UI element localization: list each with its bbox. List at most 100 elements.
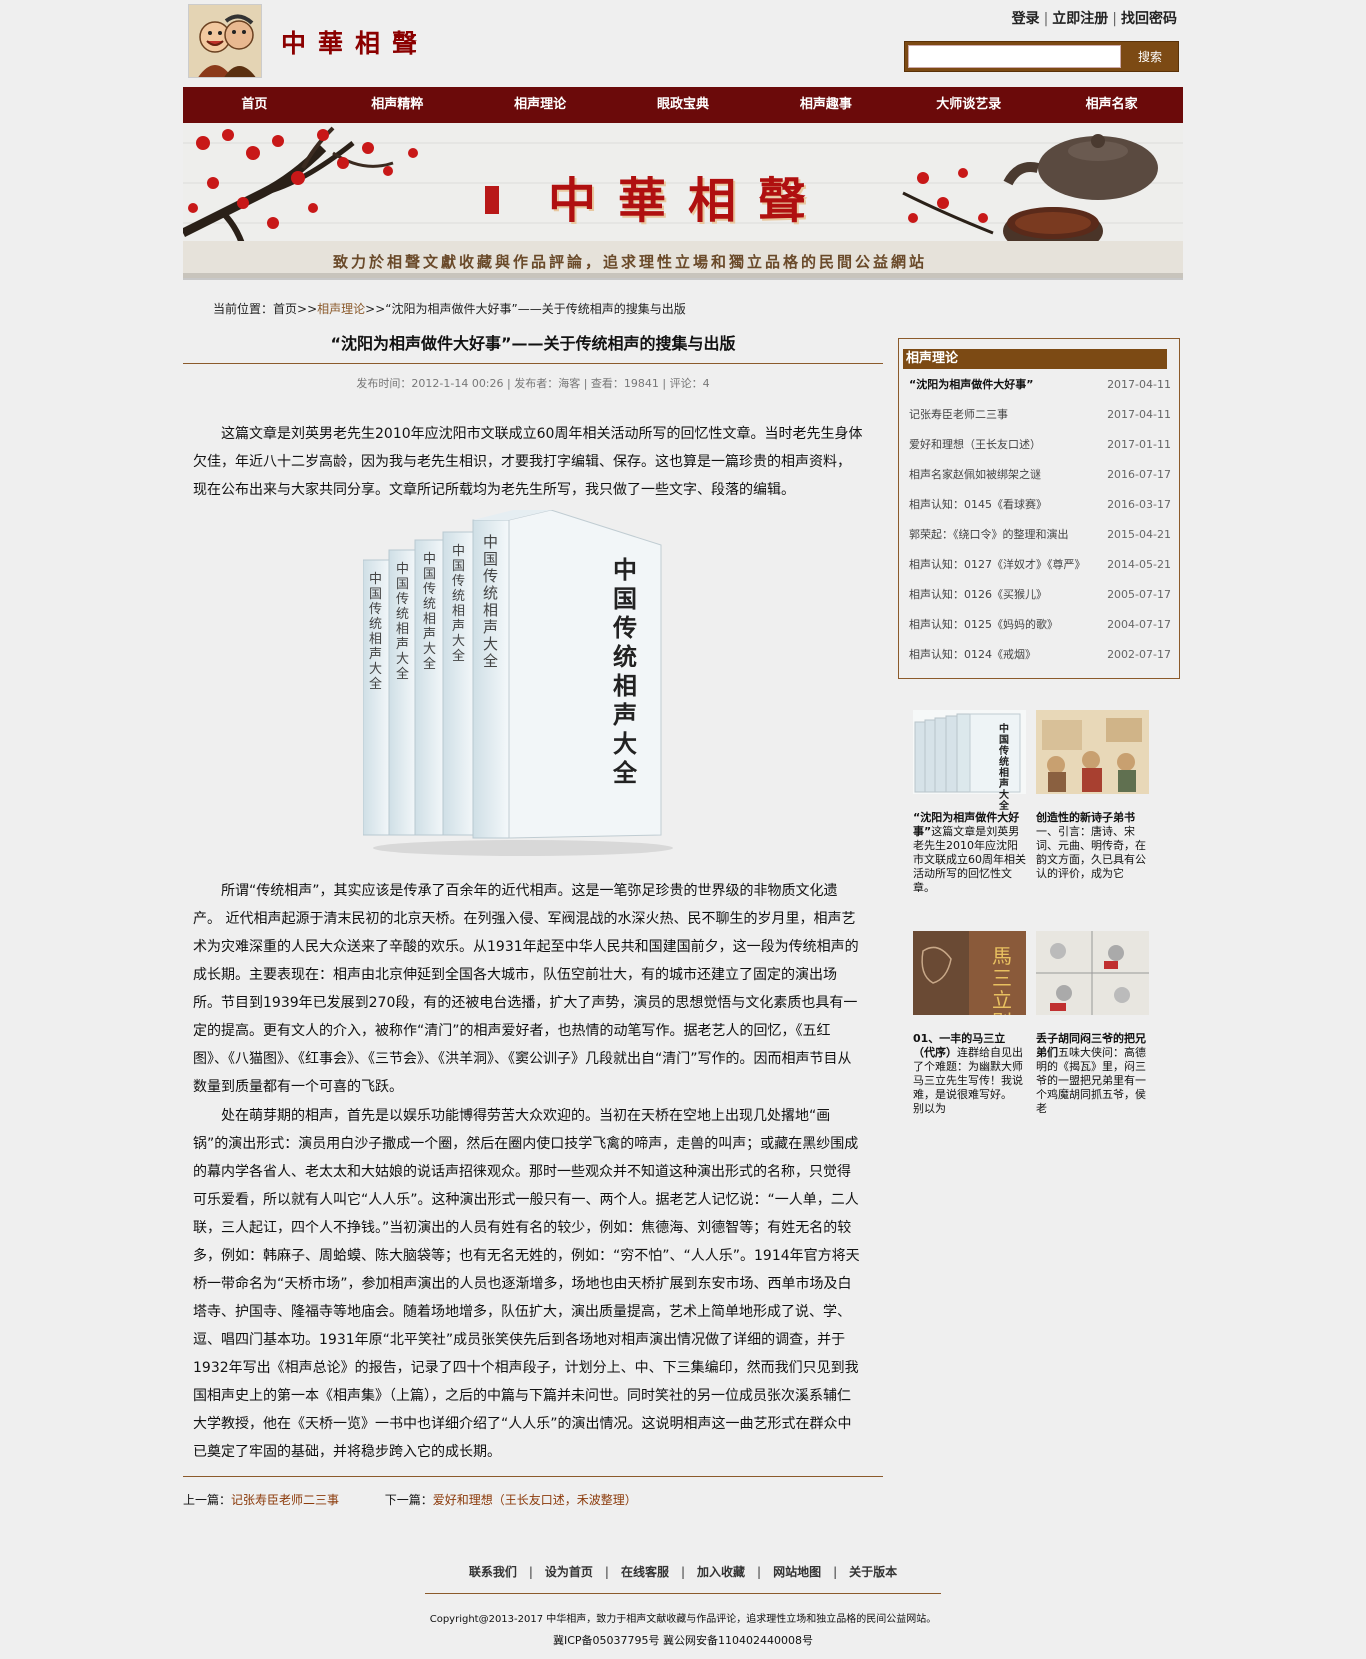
article-paragraph: 这篇文章是刘英男老先生2010年应沈阳市文联成立60周年相关活动所写的回忆性文章… — [193, 426, 863, 498]
sidebar-title: 相声理论 — [903, 349, 1167, 369]
list-item-title[interactable]: 相声认知：0127《洋奴才》《尊严》 — [909, 557, 1086, 587]
search-button[interactable]: 搜索 — [1125, 45, 1175, 68]
register-link[interactable]: 立即注册 — [1052, 11, 1108, 27]
nav-item-collection[interactable]: 眼政宝典 — [612, 87, 755, 123]
list-item-title[interactable]: 记张寿臣老师二三事 — [909, 407, 1008, 437]
breadcrumb-prefix: 当前位置： — [213, 302, 274, 316]
footer-link-support[interactable]: 在线客服 — [621, 1565, 669, 1579]
link-separator: | — [833, 1565, 838, 1579]
breadcrumb-current: “沈阳为相声做件大好事”——关于传统相声的搜集与出版 — [385, 302, 686, 316]
book-front-title: 中国传统相声大全 — [613, 555, 637, 787]
nav-item-famous-artists[interactable]: 相声名家 — [1040, 87, 1183, 123]
nav-item-anecdotes[interactable]: 相声趣事 — [754, 87, 897, 123]
featured-excerpt: 一、引言：唐诗、宋词、元曲、明传奇，在韵文方面，久已具有公认的评价，成为它 — [1036, 825, 1146, 880]
list-item-title[interactable]: 相声认知：0124《戒烟》 — [909, 647, 1036, 677]
prev-article-link[interactable]: 记张寿臣老师二三事 — [231, 1493, 339, 1507]
list-item[interactable]: 相声名家赵佩如被绑架之谜 2016-07-17 — [909, 467, 1171, 497]
footer-link-bookmark[interactable]: 加入收藏 — [697, 1565, 745, 1579]
book-spine-title: 中国传统相声大全 — [483, 533, 499, 670]
featured-thumbnail[interactable]: 馬三立别传 — [913, 931, 1026, 1015]
book-set-image: 中国传统相声大全 中国传统相声大全 中国传统相声大全 中国传统相声大全 中国传统… — [362, 509, 683, 860]
book-spine-title: 中国传统相声大全 — [369, 572, 383, 692]
site-logo[interactable] — [188, 4, 262, 78]
list-item[interactable]: 相声认知：0127《洋奴才》《尊严》 2014-05-21 — [909, 557, 1171, 587]
site-brand: 中華相聲 — [281, 29, 430, 58]
list-item[interactable]: 郭荣起：《绕口令》的整理和演出 2015-04-21 — [909, 527, 1171, 557]
breadcrumb-category[interactable]: 相声理论 — [317, 302, 365, 316]
list-item-title[interactable]: 相声认知：0125《妈妈的歌》 — [909, 617, 1058, 647]
thumbnail-cover-title: 中国传统相声大全 — [999, 724, 1009, 812]
banner-title: 中華相聲 — [548, 173, 829, 229]
list-item[interactable]: 相声认知：0125《妈妈的歌》 2004-07-17 — [909, 617, 1171, 647]
list-item-date: 2005-07-17 — [1107, 588, 1171, 601]
book-spine-title: 中国传统相声大全 — [452, 544, 466, 664]
list-item-date: 2016-07-17 — [1107, 468, 1171, 481]
link-separator: | — [1043, 11, 1049, 27]
list-item-title[interactable]: 相声认知：0145《看球赛》 — [909, 497, 1047, 527]
list-item-title[interactable]: 爱好和理想（王长友口述） — [909, 437, 1041, 467]
featured-thumbnail[interactable]: 中国传统相声大全 — [913, 710, 1026, 812]
featured-thumbnail[interactable] — [1036, 710, 1149, 794]
search-input[interactable] — [908, 45, 1121, 68]
list-item[interactable]: 相声认知：0124《戒烟》 2002-07-17 — [909, 647, 1171, 677]
featured-card[interactable]: 中国传统相声大全 “沈阳为相声做件大好事”这篇文章是刘英男老先生2010年应沈阳… — [913, 710, 1026, 895]
footer-link-sitemap[interactable]: 网站地图 — [773, 1565, 821, 1579]
nav-item-home[interactable]: 首页 — [183, 87, 326, 123]
list-item-title[interactable]: 郭荣起：《绕口令》的整理和演出 — [909, 527, 1069, 557]
footer-links: 联系我们 | 设为首页 | 在线客服 | 加入收藏 | 网站地图 | 关于版本 — [183, 1563, 1183, 1580]
list-item[interactable]: 记张寿臣老师二三事 2017-04-11 — [909, 407, 1171, 437]
article-title: “沈阳为相声做件大好事”——关于传统相声的搜集与出版 — [183, 330, 883, 364]
list-item-date: 2017-01-11 — [1107, 438, 1171, 451]
prev-next-nav: 上一篇：记张寿臣老师二三事 下一篇：爱好和理想（王长友口述，禾波整理） — [183, 1491, 637, 1508]
footer-link-contact[interactable]: 联系我们 — [469, 1565, 517, 1579]
thumbnail-cover-title: 馬三立别传 — [992, 945, 1012, 1015]
list-item-title[interactable]: 相声名家赵佩如被绑架之谜 — [909, 467, 1041, 497]
list-item-date: 2015-04-21 — [1107, 528, 1171, 541]
article-meta: 发布时间：2012-1-14 00:26 | 发布者：海客 | 查看：19841… — [356, 377, 710, 390]
breadcrumb-sep: >> — [365, 302, 386, 316]
list-item[interactable]: 相声认知：0126《买猴儿》 2005-07-17 — [909, 587, 1171, 617]
article-paragraph: 所谓“传统相声”，其实应该是传承了百余年的近代相声。这是一笔弥足珍贵的世界级的非… — [193, 883, 859, 1095]
footer-link-about[interactable]: 关于版本 — [849, 1565, 897, 1579]
list-item-title[interactable]: 相声认知：0126《买猴儿》 — [909, 587, 1047, 617]
article-paragraph: 处在萌芽期的相声，首先是以娱乐功能博得劳苦大众欢迎的。当初在天桥在空地上出现几处… — [193, 1108, 860, 1460]
login-link[interactable]: 登录 — [1012, 11, 1040, 27]
list-item-title[interactable]: “沈阳为相声做件大好事” — [909, 377, 1033, 407]
featured-card[interactable]: 丢子胡同闷三爷的把兄弟们五味大侠问：高德明的《揭瓦》里，闷三爷的一盟把兄弟里有一… — [1036, 931, 1149, 1116]
next-article-link[interactable]: 爱好和理想（王长友口述，禾波整理） — [433, 1493, 637, 1507]
banner: 中華相聲 致力於相聲文獻收藏與作品評論，追求理性立場和獨立品格的民間公益網站 — [183, 123, 1183, 280]
list-item[interactable]: “沈阳为相声做件大好事” 2017-04-11 — [909, 377, 1171, 407]
list-item-date: 2017-04-11 — [1107, 378, 1171, 391]
list-item-date: 2004-07-17 — [1107, 618, 1171, 631]
copyright: Copyright@2013-2017 中华相声，致力于相声文献收藏与作品评论，… — [429, 1614, 937, 1625]
nav-item-theory[interactable]: 相声理论 — [469, 87, 612, 123]
footer-link-homepage[interactable]: 设为首页 — [545, 1565, 593, 1579]
sidebar-theory: 相声理论 “沈阳为相声做件大好事” 2017-04-11 记张寿臣老师二三事 201… — [898, 338, 1180, 679]
book-spine-title: 中国传统相声大全 — [396, 562, 410, 682]
nav-item-masters-talk[interactable]: 大师谈艺录 — [897, 87, 1040, 123]
book-spine-title: 中国传统相声大全 — [423, 552, 437, 672]
article-divider — [183, 1476, 883, 1477]
breadcrumb-home[interactable]: 首页 — [273, 302, 297, 316]
recover-password-link[interactable]: 找回密码 — [1121, 11, 1177, 27]
featured-title[interactable]: 创造性的新诗子弟书 — [1036, 811, 1135, 824]
featured-thumbnail[interactable] — [1036, 931, 1149, 1015]
list-item-date: 2017-04-11 — [1107, 408, 1171, 421]
breadcrumb-sep: >> — [297, 302, 318, 316]
list-item-date: 2016-03-17 — [1107, 498, 1171, 511]
list-item[interactable]: 爱好和理想（王长友口述） 2017-01-11 — [909, 437, 1171, 467]
prev-label: 上一篇： — [183, 1493, 232, 1507]
list-item[interactable]: 相声认知：0145《看球赛》 2016-03-17 — [909, 497, 1171, 527]
banner-slogan: 致力於相聲文獻收藏與作品評論，追求理性立場和獨立品格的民間公益網站 — [333, 253, 928, 271]
article: “沈阳为相声做件大好事”——关于传统相声的搜集与出版 发布时间：2012-1-1… — [183, 330, 883, 1507]
footer-divider — [425, 1593, 941, 1594]
search-box: 搜索 — [904, 41, 1179, 72]
link-separator: | — [528, 1565, 533, 1579]
featured-card[interactable]: 创造性的新诗子弟书一、引言：唐诗、宋词、元曲、明传奇，在韵文方面，久已具有公认的… — [1036, 710, 1149, 881]
list-item-date: 2014-05-21 — [1107, 558, 1171, 571]
nav-item-highlights[interactable]: 相声精粹 — [326, 87, 469, 123]
icp-record[interactable]: 冀ICP备05037795号 冀公网安备110402440008号 — [183, 1632, 1183, 1648]
list-item-date: 2002-07-17 — [1107, 648, 1171, 661]
featured-card[interactable]: 馬三立别传 01、一丰的马三立（代序）连群给自见出了个难题：为幽默大师马三立先生… — [913, 931, 1026, 1116]
sidebar-list: “沈阳为相声做件大好事” 2017-04-11 记张寿臣老师二三事 2017-04-… — [909, 377, 1171, 677]
